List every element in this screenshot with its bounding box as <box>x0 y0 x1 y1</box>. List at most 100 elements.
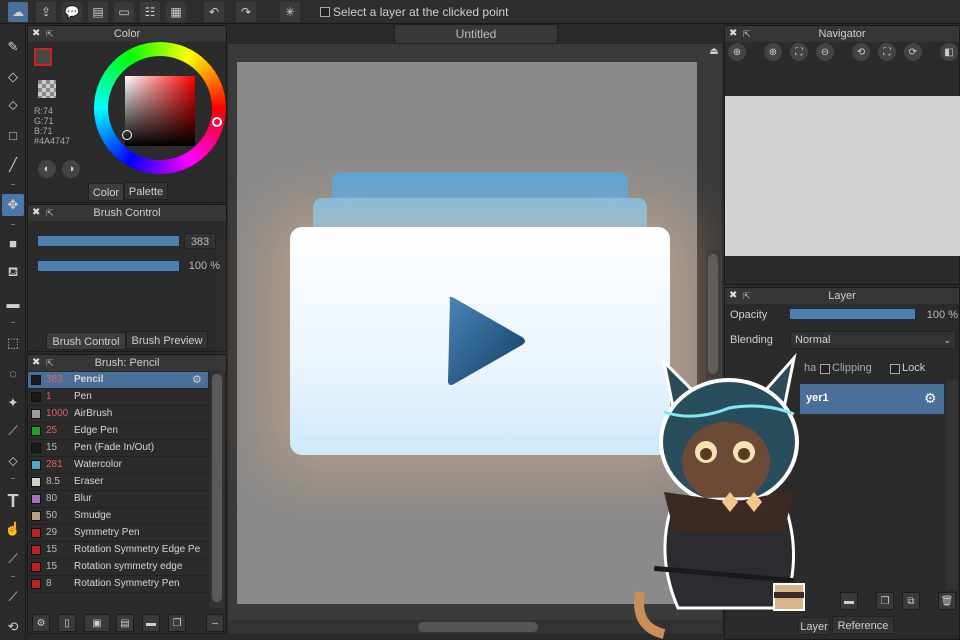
play-icon[interactable] <box>440 293 530 389</box>
brush-tool-icon[interactable]: ✎ <box>2 36 24 58</box>
video-folder-icon[interactable] <box>290 227 670 455</box>
brush-size-slider[interactable] <box>37 235 180 247</box>
merge-layer-icon[interactable]: ⧉ <box>902 592 920 610</box>
popout-icon[interactable]: ⇱ <box>743 288 751 304</box>
background-color-swatch[interactable] <box>38 80 56 98</box>
close-icon[interactable]: ✖ <box>729 288 737 304</box>
tab-reference[interactable]: Reference <box>832 616 894 634</box>
layer-settings-icon[interactable]: ⚙ <box>924 390 937 407</box>
brush-gear-icon[interactable]: ⚙ <box>192 372 202 388</box>
brush-list-item[interactable]: 25 Edge Pen <box>28 423 208 440</box>
saturation-square[interactable] <box>125 76 195 146</box>
select-layer-checkbox[interactable] <box>320 7 330 17</box>
palette-add-icon[interactable]: ◑ <box>62 160 80 178</box>
tab-palette[interactable]: Palette <box>124 182 168 200</box>
duplicate-layer-icon[interactable]: ❐ <box>876 592 894 610</box>
brush-list-item[interactable]: 1000 AirBrush <box>28 406 208 423</box>
line-tool-icon[interactable]: ╱ <box>2 154 24 176</box>
layer-opacity-slider[interactable] <box>789 308 916 320</box>
lasso-tool-icon[interactable]: ◌ <box>2 362 24 384</box>
zoom-in-alt-icon[interactable]: ⊕ <box>764 43 782 61</box>
popout-icon[interactable]: ⇱ <box>743 26 751 42</box>
add-brush-icon[interactable]: ▣ <box>84 614 110 632</box>
brush-list-scrollbar[interactable] <box>210 372 224 608</box>
folder-icon[interactable]: ▬ <box>142 614 160 632</box>
operation-tool-icon[interactable]: ☝ <box>2 518 24 540</box>
document-icon[interactable]: ▭ <box>114 2 134 22</box>
rotate-left-icon[interactable]: ⟲ <box>852 43 870 61</box>
close-icon[interactable]: ✖ <box>32 26 40 42</box>
dropper-tool-icon[interactable]: ⟋ <box>2 548 24 570</box>
comment-icon[interactable]: ▤ <box>88 2 108 22</box>
close-icon[interactable]: ✖ <box>32 205 40 221</box>
gradient-tool-icon[interactable]: ▬ <box>2 292 24 314</box>
brush-list-item[interactable]: 1 Pen <box>28 389 208 406</box>
new-brush-icon[interactable]: ▯ <box>58 614 76 632</box>
close-icon[interactable]: ✖ <box>32 355 40 371</box>
fill-rect-tool-icon[interactable]: ■ <box>2 232 24 254</box>
rectangle-tool-icon[interactable]: □ <box>2 124 24 146</box>
chat-icon[interactable]: 💬 <box>62 2 82 22</box>
brush-list-item[interactable]: 80 Blur <box>28 491 208 508</box>
select-eraser-tool-icon[interactable]: ⬦ <box>2 450 24 472</box>
blending-select[interactable]: Normal ⌄ <box>790 331 956 349</box>
popout-icon[interactable]: ⇱ <box>46 26 54 42</box>
lock-checkbox[interactable] <box>890 364 900 374</box>
fit-icon[interactable]: ⛶ <box>790 43 808 61</box>
layer-row[interactable]: yer1 ⚙ <box>800 384 944 414</box>
zoom-out-icon[interactable]: ⊖ <box>816 43 834 61</box>
brush-list-item[interactable]: 29 Symmetry Pen <box>28 525 208 542</box>
brush-list-item[interactable]: 50 Smudge <box>28 508 208 525</box>
brush-list-item[interactable]: 8 Rotation Symmetry Pen <box>28 576 208 593</box>
eraser-tool-icon[interactable]: ◇ <box>2 66 24 88</box>
delete-brush-icon[interactable]: – <box>206 614 224 632</box>
trash-icon[interactable]: 🗑 <box>938 592 956 610</box>
move-tool-icon[interactable]: ✥ <box>2 194 24 216</box>
hand-tool-icon[interactable]: ⟋ <box>2 586 24 608</box>
magic-wand-tool-icon[interactable]: ✦ <box>2 392 24 414</box>
layer-scrollbar[interactable] <box>946 380 958 590</box>
palette-icon[interactable]: ◐ <box>38 160 56 178</box>
brush-list-item[interactable]: 15 Pen (Fade In/Out) <box>28 440 208 457</box>
undo-icon[interactable]: ↶ <box>204 2 224 22</box>
app-logo-icon[interactable]: ☁ <box>8 2 28 22</box>
brush-list-item[interactable]: 281 Watercolor <box>28 457 208 474</box>
brush-list-item[interactable]: 8.5 Eraser <box>28 474 208 491</box>
text-tool-icon[interactable]: T <box>2 490 24 512</box>
tab-color[interactable]: Color <box>88 183 124 201</box>
loading-icon[interactable]: ✳ <box>280 2 300 22</box>
hue-wheel[interactable] <box>94 42 226 174</box>
bucket-tool-icon[interactable]: ⛾ <box>2 262 24 284</box>
brush-opacity-slider[interactable] <box>37 260 180 272</box>
select-pen-tool-icon[interactable]: ⟋ <box>2 420 24 442</box>
clipping-checkbox[interactable] <box>820 364 830 374</box>
tab-brush-control[interactable]: Brush Control <box>46 332 126 350</box>
document-tab[interactable]: Untitled <box>394 24 558 44</box>
brush-settings-icon[interactable]: ⚙ <box>32 614 50 632</box>
grid-icon[interactable]: ▦ <box>166 2 186 22</box>
reset-view-icon[interactable]: ⛶ <box>878 43 896 61</box>
close-icon[interactable]: ✖ <box>729 26 737 42</box>
popout-icon[interactable]: ⇱ <box>46 355 54 371</box>
redo-icon[interactable]: ↷ <box>236 2 256 22</box>
select-rect-tool-icon[interactable]: ⬚ <box>2 332 24 354</box>
brush-list-item[interactable]: 15 Rotation Symmetry Edge Pe <box>28 542 208 559</box>
copy-brush-icon[interactable]: ▤ <box>116 614 134 632</box>
popout-icon[interactable]: ⇱ <box>46 205 54 221</box>
new-folder-icon[interactable]: ▬ <box>840 592 858 610</box>
rotate-tool-icon[interactable]: ⟲ <box>2 616 24 638</box>
navigator-preview[interactable] <box>725 96 960 256</box>
brush-list-item[interactable]: 15 Rotation symmetry edge <box>28 559 208 576</box>
brush-size-value[interactable]: 383 <box>184 233 216 249</box>
dot-eraser-tool-icon[interactable]: ⬦ <box>2 94 24 116</box>
foreground-color-swatch[interactable] <box>34 48 52 66</box>
tab-brush-preview[interactable]: Brush Preview <box>126 331 208 349</box>
brush-list-item[interactable]: 383 Pencil ⚙ <box>28 372 208 389</box>
list-icon[interactable]: ☷ <box>140 2 160 22</box>
flip-icon[interactable]: ◧ <box>940 43 958 61</box>
zoom-in-icon[interactable]: ⊕ <box>728 43 746 61</box>
duplicate-icon[interactable]: ❐ <box>168 614 186 632</box>
canvas-menu-icon[interactable]: ⏏ <box>706 44 722 58</box>
rotate-right-icon[interactable]: ⟳ <box>904 43 922 61</box>
export-icon[interactable]: ⇪ <box>36 2 56 22</box>
